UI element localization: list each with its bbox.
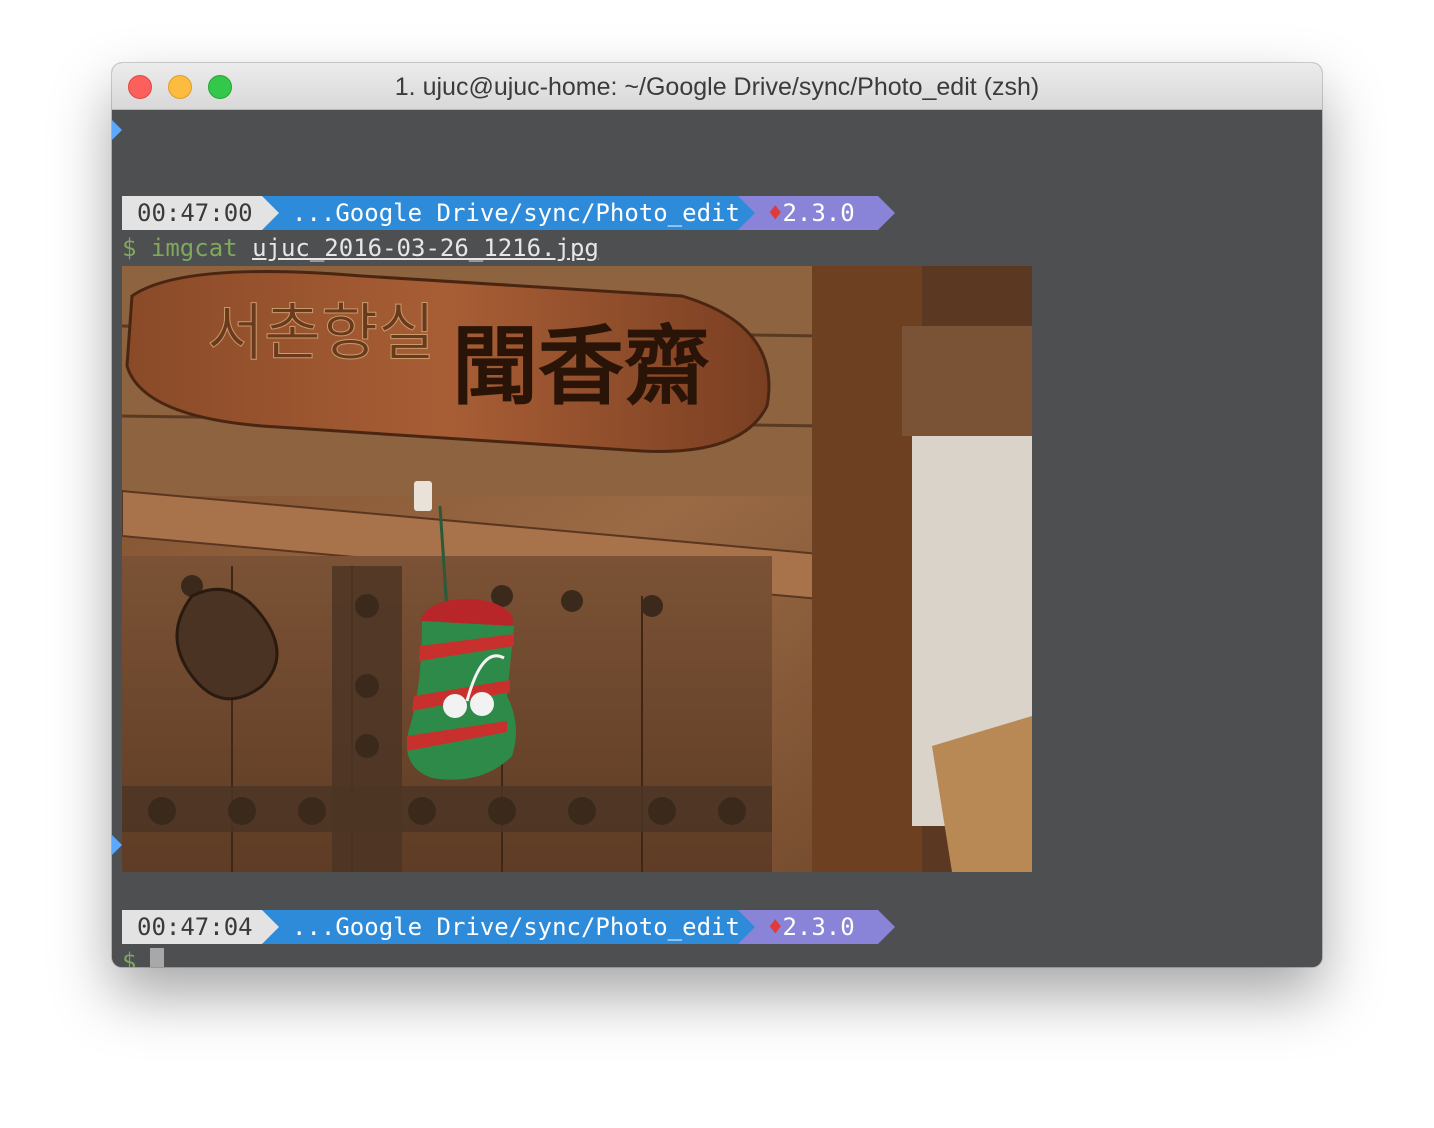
sign-hanja-text: 聞香齋 [452,317,710,417]
command-name: imgcat [150,234,238,262]
prompt-path: ...Google Drive/sync/Photo_edit [262,196,740,230]
ruby-gem-icon: ♦ [768,913,783,941]
segment-separator-icon [738,196,755,230]
command-argument[interactable]: ujuc_2016-03-26_1216.jpg [252,234,599,262]
prompt-bar: 00:47:04 ...Google Drive/sync/Photo_edit… [122,910,902,944]
input-line[interactable]: $ [122,946,164,967]
imgcat-photo: 서촌향실 聞香齋 [122,266,1032,872]
prompt-ruby-version: ♦2.3.0 [738,910,878,944]
ruby-gem-icon: ♦ [768,199,783,227]
ruby-version-text: 2.3.0 [782,199,855,227]
prompt-path: ...Google Drive/sync/Photo_edit [262,910,740,944]
segment-separator-icon [262,196,279,230]
terminal-content[interactable]: 00:47:00 ...Google Drive/sync/Photo_edit… [112,110,1322,967]
segment-separator-icon [262,910,279,944]
sign-hangul-text: 서촌향실 [207,296,435,369]
prompt-mark-icon [112,120,122,140]
prompt-dollar: $ [122,948,137,967]
segment-separator-icon [878,196,895,230]
terminal-window: 1. ujuc@ujuc-home: ~/Google Drive/sync/P… [112,63,1322,967]
prompt-time: 00:47:00 [122,196,262,230]
command-line: $ imgcat ujuc_2016-03-26_1216.jpg [122,232,599,264]
prompt-bar: 00:47:00 ...Google Drive/sync/Photo_edit… [122,196,902,230]
segment-separator-icon [878,910,895,944]
prompt-dollar: $ [122,234,137,262]
prompt-time: 00:47:04 [122,910,262,944]
ruby-version-text: 2.3.0 [782,913,855,941]
prompt-mark-icon [112,835,122,855]
prompt-ruby-version: ♦2.3.0 [738,196,878,230]
window-title: 1. ujuc@ujuc-home: ~/Google Drive/sync/P… [394,73,1040,101]
segment-separator-icon [738,910,755,944]
text-cursor [150,948,164,967]
stocking-shape [406,599,516,780]
title-bar[interactable]: 1. ujuc@ujuc-home: ~/Google Drive/sync/P… [112,63,1322,110]
stocking-photo: 서촌향실 聞香齋 [122,266,1032,872]
